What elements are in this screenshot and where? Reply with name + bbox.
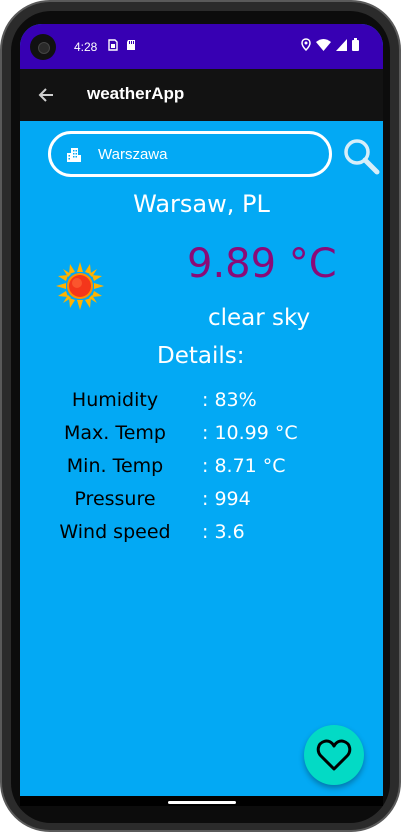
details-table: Humidity : 83% Max. Temp : 10.99 °C Min.… bbox=[20, 389, 383, 554]
app-title: weatherApp bbox=[87, 84, 185, 103]
app-screen: 4:28 weatherApp Warszawa Warsaw, PL 9.89… bbox=[20, 24, 383, 806]
detail-value: : 3.6 bbox=[202, 521, 245, 543]
detail-value: : 8.71 °C bbox=[202, 455, 286, 477]
detail-row-max-temp: Max. Temp : 10.99 °C bbox=[20, 422, 383, 455]
city-icon bbox=[66, 146, 82, 167]
detail-value: : 83% bbox=[202, 389, 257, 411]
detail-label: Wind speed bbox=[59, 521, 171, 543]
detail-label: Max. Temp bbox=[64, 422, 166, 444]
sim-icon bbox=[108, 39, 118, 54]
detail-row-wind-speed: Wind speed : 3.6 bbox=[20, 521, 383, 554]
detail-label: Humidity bbox=[71, 389, 159, 411]
favorite-button[interactable] bbox=[304, 725, 364, 785]
status-icons bbox=[301, 38, 359, 51]
detail-row-min-temp: Min. Temp : 8.71 °C bbox=[20, 455, 383, 488]
arrow-back-icon bbox=[38, 88, 53, 102]
detail-label: Pressure bbox=[74, 488, 156, 510]
back-button[interactable] bbox=[32, 81, 60, 109]
weather-description: clear sky bbox=[208, 305, 311, 331]
detail-row-humidity: Humidity : 83% bbox=[20, 389, 383, 422]
app-bar: weatherApp bbox=[20, 69, 383, 121]
home-indicator[interactable] bbox=[168, 801, 236, 804]
search-icon bbox=[344, 139, 380, 175]
search-button[interactable] bbox=[342, 137, 380, 175]
sun-icon bbox=[54, 260, 106, 312]
wifi-icon bbox=[316, 38, 331, 51]
detail-label: Min. Temp bbox=[66, 455, 164, 477]
detail-row-pressure: Pressure : 994 bbox=[20, 488, 383, 521]
heart-icon bbox=[316, 739, 352, 771]
detail-value: : 10.99 °C bbox=[202, 422, 298, 444]
location-icon bbox=[301, 38, 311, 51]
search-input[interactable] bbox=[98, 143, 318, 165]
status-time: 4:28 bbox=[74, 40, 98, 54]
status-bar: 4:28 bbox=[20, 24, 383, 69]
detail-value: : 994 bbox=[202, 488, 251, 510]
signal-icon bbox=[336, 38, 347, 51]
front-camera bbox=[30, 34, 56, 60]
location-label: Warsaw, PL bbox=[133, 190, 270, 218]
city-search-field[interactable] bbox=[48, 131, 332, 177]
temperature-value: 9.89 °C bbox=[187, 241, 337, 287]
details-heading: Details: bbox=[157, 343, 245, 369]
storage-icon bbox=[126, 39, 136, 54]
battery-icon bbox=[352, 38, 359, 51]
